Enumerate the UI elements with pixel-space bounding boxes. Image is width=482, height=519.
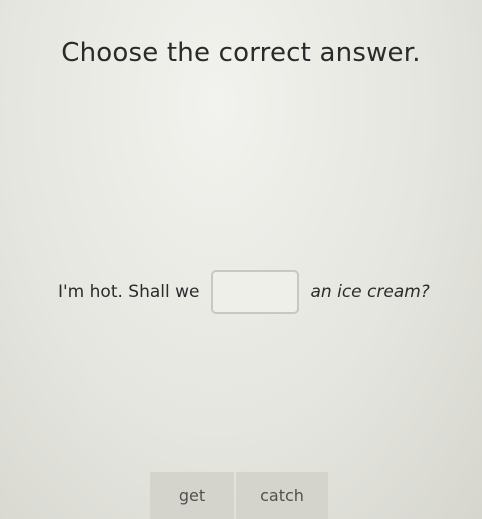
answer-blank[interactable] (210, 270, 299, 314)
sentence: I'm hot. Shall we an ice cream? (58, 270, 430, 314)
option-get[interactable]: get (150, 472, 234, 519)
answer-options: get catch (150, 472, 328, 519)
question-title: Choose the correct answer. (61, 38, 421, 68)
sentence-after-text: an ice cream? (310, 282, 430, 302)
option-catch[interactable]: catch (236, 472, 328, 519)
sentence-before-text: I'm hot. Shall we (58, 282, 200, 302)
